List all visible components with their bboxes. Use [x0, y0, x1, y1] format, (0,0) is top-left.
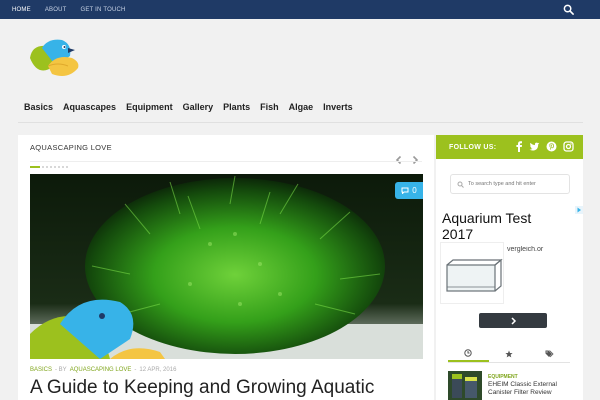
popular-category[interactable]: EQUIPMENT: [488, 374, 518, 380]
ad-store[interactable]: vergleich.or: [507, 246, 555, 253]
post-title[interactable]: A Guide to Keeping and Growing Aquatic: [30, 377, 434, 399]
post-by-prefix: - BY: [55, 367, 67, 373]
post-category[interactable]: BASICS: [30, 367, 52, 373]
nav-plants[interactable]: Plants: [223, 102, 250, 112]
comment-count: 0: [412, 186, 417, 195]
comment-icon: [401, 187, 409, 194]
section-dots: [42, 166, 68, 168]
section-divider: [30, 161, 422, 162]
star-icon: [505, 350, 513, 357]
tab-popular[interactable]: [489, 345, 530, 362]
top-nav-about[interactable]: ABOUT: [45, 7, 67, 13]
sidebar-search-input[interactable]: [468, 181, 568, 187]
nav-basics[interactable]: Basics: [24, 102, 53, 112]
post-author[interactable]: AQUASCAPING LOVE: [70, 367, 132, 373]
chevron-right-icon[interactable]: [410, 155, 420, 165]
instagram-icon[interactable]: [563, 141, 574, 152]
ad-image[interactable]: [440, 242, 504, 304]
aquarium-tank-icon: [446, 258, 503, 292]
moss-photo: [30, 174, 423, 359]
list-item[interactable]: EQUIPMENT EHEIM Classic External Caniste…: [448, 371, 578, 400]
tab-tags[interactable]: [529, 345, 570, 362]
popular-title[interactable]: EHEIM Classic External Canister Filter R…: [488, 381, 580, 397]
post-date-prefix: -: [134, 367, 137, 373]
pinterest-icon[interactable]: [546, 141, 557, 152]
tags-icon: [545, 349, 554, 357]
ad-cta-button[interactable]: [479, 313, 547, 328]
bird-logo-icon[interactable]: [28, 36, 84, 80]
search-icon[interactable]: [563, 4, 574, 15]
follow-bar: FOLLOW US:: [436, 135, 583, 159]
canister-filter-image: [448, 371, 482, 400]
search-icon: [457, 181, 464, 188]
advertisement[interactable]: Aquarium Test 2017 vergleich.or: [439, 206, 583, 328]
nav-divider: [18, 122, 583, 123]
nav-fish[interactable]: Fish: [260, 102, 279, 112]
section-title: AQUASCAPING LOVE: [30, 143, 112, 152]
main-nav: Basics Aquascapes Equipment Gallery Plan…: [24, 102, 363, 112]
main-content: AQUASCAPING LOVE 0 BASICS - BY AQUASCAPI…: [18, 135, 434, 400]
popular-thumbnail[interactable]: [448, 371, 482, 400]
top-nav-get-in-touch[interactable]: GET IN TOUCH: [80, 7, 125, 13]
twitter-icon[interactable]: [529, 141, 540, 152]
sidebar-tabs: [448, 345, 570, 363]
top-bar: HOME ABOUT GET IN TOUCH: [0, 0, 600, 19]
nav-inverts[interactable]: Inverts: [323, 102, 353, 112]
ad-title[interactable]: Aquarium Test 2017: [442, 210, 562, 242]
top-nav-home[interactable]: HOME: [12, 7, 31, 13]
follow-label: FOLLOW US:: [449, 143, 497, 151]
facebook-icon[interactable]: [515, 141, 523, 152]
chevron-left-icon[interactable]: [394, 155, 404, 165]
nav-algae[interactable]: Algae: [289, 102, 314, 112]
nav-gallery[interactable]: Gallery: [183, 102, 214, 112]
top-nav: HOME ABOUT GET IN TOUCH: [12, 7, 140, 13]
nav-equipment[interactable]: Equipment: [126, 102, 173, 112]
featured-image[interactable]: 0: [30, 174, 423, 359]
tab-recent[interactable]: [448, 345, 489, 362]
sidebar: FOLLOW US: Aquarium Test: [436, 135, 583, 400]
comment-count-badge[interactable]: 0: [395, 182, 423, 199]
chevron-right-icon: [510, 316, 516, 325]
post-meta: BASICS - BY AQUASCAPING LOVE - 12 APR, 2…: [30, 367, 176, 373]
clock-icon: [464, 348, 473, 357]
section-accent: [30, 166, 40, 168]
post-date: 12 APR, 2016: [139, 367, 177, 373]
ad-choices-icon[interactable]: [575, 206, 583, 214]
social-links: [509, 141, 574, 152]
nav-aquascapes[interactable]: Aquascapes: [63, 102, 116, 112]
sidebar-search: [450, 174, 570, 194]
